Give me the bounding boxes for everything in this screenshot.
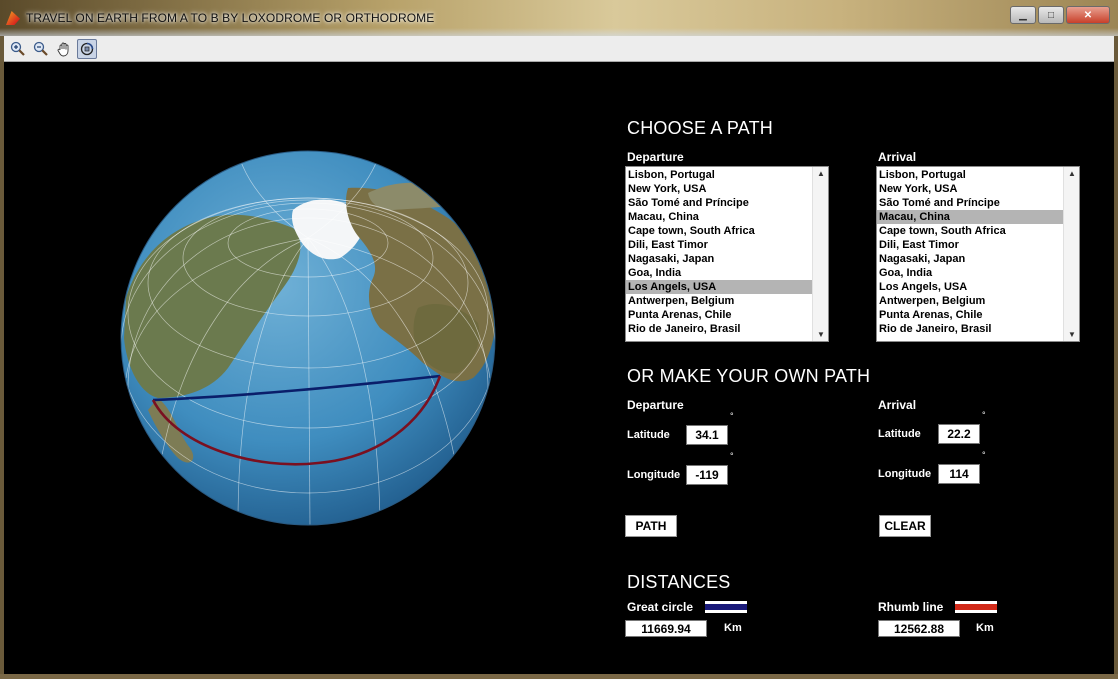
great-circle-distance: 11669.94 bbox=[625, 620, 707, 637]
departure-option[interactable]: Dili, East Timor bbox=[626, 238, 812, 252]
dep-longitude-label: Longitude bbox=[627, 469, 681, 481]
rhumb-line-distance: 12562.88 bbox=[878, 620, 960, 637]
earth-globe[interactable] bbox=[118, 148, 498, 528]
arrival-option[interactable]: São Tomé and Príncipe bbox=[877, 196, 1063, 210]
maximize-button[interactable]: □ bbox=[1038, 6, 1064, 24]
minimize-button[interactable]: ▁ bbox=[1010, 6, 1036, 24]
zoom-out-icon bbox=[33, 41, 48, 56]
choose-path-heading: CHOOSE A PATH bbox=[627, 118, 773, 138]
figure-toolbar bbox=[4, 36, 1114, 62]
arrival-options: Lisbon, Portugal New York, USA São Tomé an… bbox=[877, 168, 1063, 336]
departure-option[interactable]: Cape town, South Africa bbox=[626, 224, 812, 238]
arr-longitude-field[interactable]: 114 bbox=[938, 464, 980, 484]
title-bar: TRAVEL ON EARTH FROM A TO B BY LOXODROME… bbox=[0, 0, 1118, 36]
departure-option[interactable]: Lisbon, Portugal bbox=[626, 168, 812, 182]
departure-option[interactable]: Antwerpen, Belgium bbox=[626, 294, 812, 308]
zoom-in-button[interactable] bbox=[8, 39, 28, 59]
rotate-3d-button[interactable] bbox=[77, 38, 97, 59]
departure-option[interactable]: Los Angels, USA bbox=[626, 280, 812, 294]
departure-option[interactable]: Goa, India bbox=[626, 266, 812, 280]
arrival-option[interactable]: Cape town, South Africa bbox=[877, 224, 1063, 238]
dep-latitude-degree: ° bbox=[730, 411, 734, 421]
arrival-option[interactable]: New York, USA bbox=[877, 182, 1063, 196]
rotate-3d-icon bbox=[80, 42, 94, 55]
zoom-in-icon bbox=[10, 41, 25, 56]
path-button[interactable]: PATH bbox=[625, 515, 677, 537]
matlab-app-icon bbox=[6, 11, 20, 25]
arrival-scrollbar[interactable]: ▲ ▼ bbox=[1063, 167, 1079, 341]
arr-latitude-label: Latitude bbox=[878, 428, 921, 440]
zoom-out-button[interactable] bbox=[31, 39, 51, 59]
window-bottom-border bbox=[0, 674, 1118, 679]
arr-longitude-degree: ° bbox=[982, 450, 986, 460]
arr-latitude-degree: ° bbox=[982, 410, 986, 420]
arr-longitude-label: Longitude bbox=[878, 468, 932, 480]
arrival-option[interactable]: Goa, India bbox=[877, 266, 1063, 280]
departure-option[interactable]: New York, USA bbox=[626, 182, 812, 196]
arrival-option[interactable]: Nagasaki, Japan bbox=[877, 252, 1063, 266]
arrival-option[interactable]: Rio de Janeiro, Brasil bbox=[877, 322, 1063, 336]
arrival-option[interactable]: Lisbon, Portugal bbox=[877, 168, 1063, 182]
departure-scrollbar[interactable]: ▲ ▼ bbox=[812, 167, 828, 341]
arrival-option[interactable]: Punta Arenas, Chile bbox=[877, 308, 1063, 322]
great-circle-label: Great circle bbox=[627, 600, 694, 614]
arrival-option[interactable]: Los Angels, USA bbox=[877, 280, 1063, 294]
great-circle-unit: Km bbox=[724, 622, 742, 634]
arrival-listbox[interactable]: Lisbon, Portugal New York, USA São Tomé an… bbox=[876, 166, 1080, 342]
arrival-option[interactable]: Dili, East Timor bbox=[877, 238, 1063, 252]
own-path-heading: OR MAKE YOUR OWN PATH bbox=[627, 366, 871, 386]
close-button[interactable]: ✕ bbox=[1066, 6, 1110, 24]
dep-longitude-degree: ° bbox=[730, 451, 734, 461]
scroll-down-icon[interactable]: ▼ bbox=[1068, 330, 1076, 339]
departure-option[interactable]: Macau, China bbox=[626, 210, 812, 224]
pan-button[interactable] bbox=[54, 39, 74, 59]
rhumb-line-legend-swatch bbox=[955, 601, 997, 613]
departure-options: Lisbon, Portugal New York, USA São Tomé an… bbox=[626, 168, 812, 336]
departure-option[interactable]: Rio de Janeiro, Brasil bbox=[626, 322, 812, 336]
arrival-option[interactable]: Macau, China bbox=[877, 210, 1063, 224]
scroll-up-icon[interactable]: ▲ bbox=[817, 169, 825, 178]
dep-latitude-label: Latitude bbox=[627, 429, 670, 441]
own-arrival-label: Arrival bbox=[878, 398, 917, 412]
clear-button[interactable]: CLEAR bbox=[879, 515, 931, 537]
dep-latitude-field[interactable]: 34.1 bbox=[686, 425, 728, 445]
choose-departure-label: Departure bbox=[627, 150, 684, 164]
great-circle-legend-swatch bbox=[705, 601, 747, 613]
choose-arrival-label: Arrival bbox=[878, 150, 917, 164]
departure-option[interactable]: Punta Arenas, Chile bbox=[626, 308, 812, 322]
rhumb-line-label: Rhumb line bbox=[878, 600, 944, 614]
departure-option[interactable]: São Tomé and Príncipe bbox=[626, 196, 812, 210]
arrival-option[interactable]: Antwerpen, Belgium bbox=[877, 294, 1063, 308]
own-departure-label: Departure bbox=[627, 398, 684, 412]
window-controls: ▁ □ ✕ bbox=[1010, 6, 1110, 24]
window-title: TRAVEL ON EARTH FROM A TO B BY LOXODROME… bbox=[26, 11, 435, 25]
dep-longitude-field[interactable]: -119 bbox=[686, 465, 728, 485]
distances-heading: DISTANCES bbox=[627, 572, 731, 592]
scroll-up-icon[interactable]: ▲ bbox=[1068, 169, 1076, 178]
arr-latitude-field[interactable]: 22.2 bbox=[938, 424, 980, 444]
scroll-down-icon[interactable]: ▼ bbox=[817, 330, 825, 339]
pan-hand-icon bbox=[57, 42, 69, 56]
departure-listbox[interactable]: Lisbon, Portugal New York, USA São Tomé an… bbox=[625, 166, 829, 342]
departure-option[interactable]: Nagasaki, Japan bbox=[626, 252, 812, 266]
rhumb-line-unit: Km bbox=[976, 622, 994, 634]
